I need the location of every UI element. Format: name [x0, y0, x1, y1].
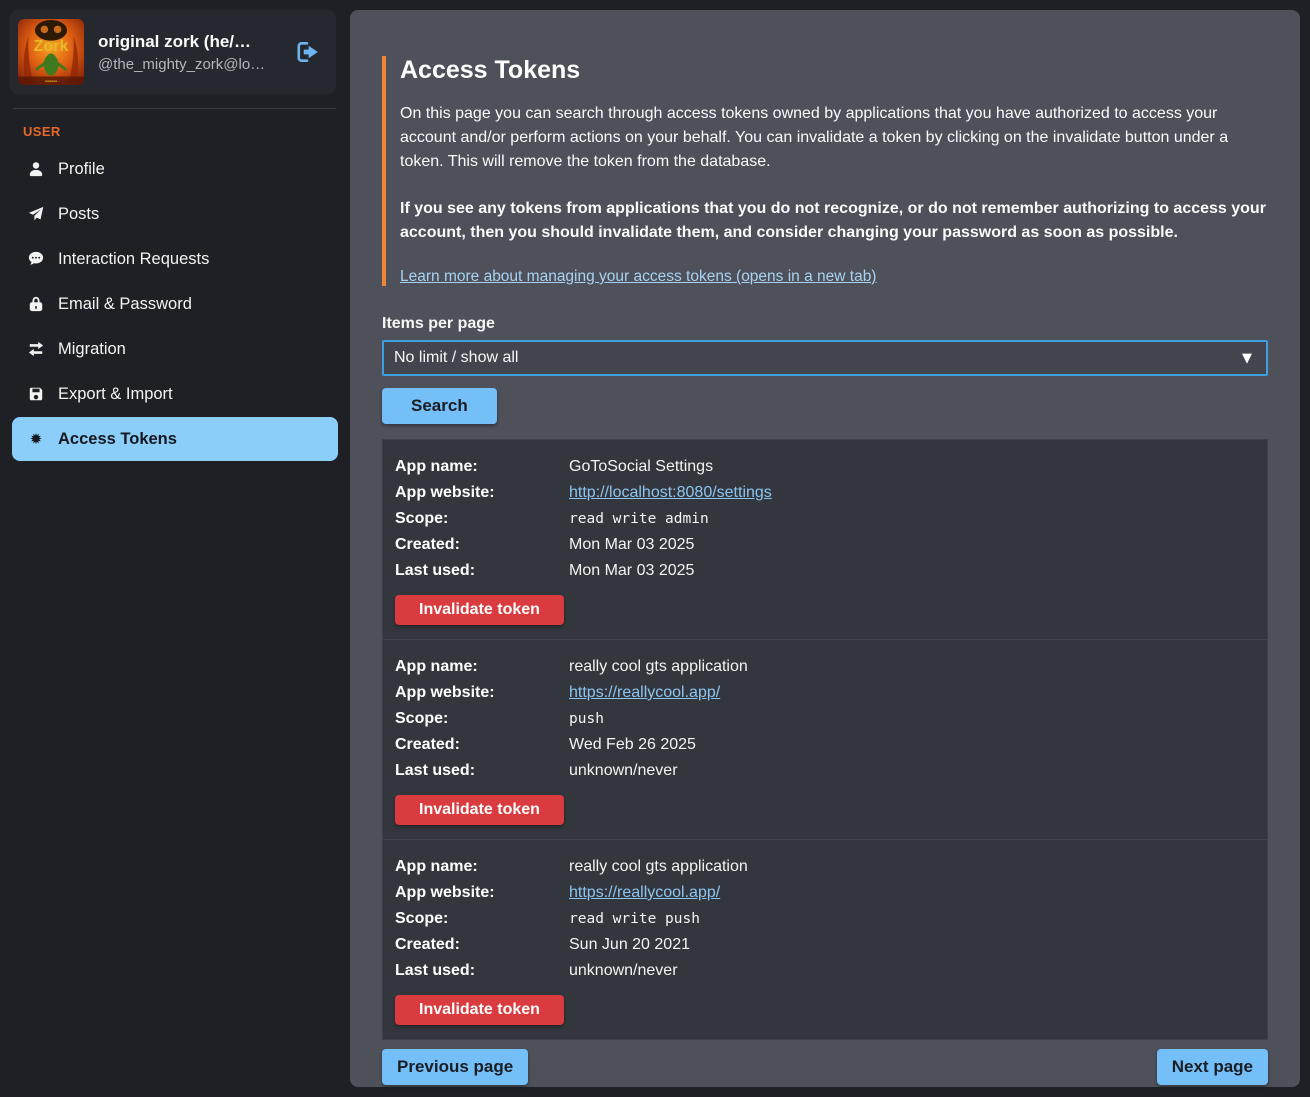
pagination: Previous page Next page [382, 1049, 1268, 1085]
sidebar-item-label: Access Tokens [58, 430, 177, 449]
app-website-label: App website: [395, 880, 569, 906]
sidebar: Zork ▪▪▪▪▪▪ original zork (he/… @the_mig… [0, 0, 350, 1097]
sign-out-icon [294, 39, 324, 65]
created-label: Created: [395, 932, 569, 958]
created-value: Mon Mar 03 2025 [569, 532, 694, 558]
user-card: Zork ▪▪▪▪▪▪ original zork (he/… @the_mig… [10, 10, 336, 94]
certificate-icon: ✹ [27, 430, 45, 448]
token-entry: App name:really cool gts application App… [383, 639, 1267, 839]
app-name-value: really cool gts application [569, 654, 748, 680]
items-per-page-value: No limit / show all [394, 349, 1242, 367]
invalidate-token-button[interactable]: Invalidate token [395, 595, 564, 625]
scope-value: read write push [569, 906, 700, 932]
lock-icon [27, 295, 45, 313]
created-label: Created: [395, 732, 569, 758]
sidebar-nav: Profile Posts Interaction Requests Email… [0, 147, 350, 461]
app-name-value: GoToSocial Settings [569, 454, 713, 480]
created-value: Wed Feb 26 2025 [569, 732, 696, 758]
last-used-value: unknown/never [569, 758, 678, 784]
sidebar-item-label: Interaction Requests [58, 250, 209, 269]
app-website-link[interactable]: https://reallycool.app/ [569, 680, 720, 706]
invalidate-token-button[interactable]: Invalidate token [395, 795, 564, 825]
token-entry: App name:really cool gts application App… [383, 839, 1267, 1039]
items-per-page-select[interactable]: No limit / show all ▼ [382, 340, 1268, 376]
sidebar-item-posts[interactable]: Posts [12, 192, 338, 236]
page-description: On this page you can search through acce… [400, 102, 1268, 174]
page-title: Access Tokens [400, 56, 1268, 85]
created-value: Sun Jun 20 2021 [569, 932, 690, 958]
learn-more-link[interactable]: Learn more about managing your access to… [400, 268, 876, 286]
page-warning: If you see any tokens from applications … [400, 197, 1268, 245]
app-name-label: App name: [395, 454, 569, 480]
token-entry: App name:GoToSocial Settings App website… [383, 440, 1267, 639]
user-icon [27, 160, 45, 178]
app-website-link[interactable]: https://reallycool.app/ [569, 880, 720, 906]
created-label: Created: [395, 532, 569, 558]
token-list: App name:GoToSocial Settings App website… [382, 439, 1268, 1040]
svg-text:▪▪▪▪▪▪: ▪▪▪▪▪▪ [45, 79, 57, 85]
user-names: original zork (he/… @the_mighty_zork@lo… [98, 32, 280, 73]
last-used-label: Last used: [395, 758, 569, 784]
user-handle: @the_mighty_zork@lo… [98, 56, 280, 73]
floppy-disk-icon [27, 385, 45, 403]
sidebar-item-interaction-requests[interactable]: Interaction Requests [12, 237, 338, 281]
scope-label: Scope: [395, 706, 569, 732]
user-display-name: original zork (he/… [98, 32, 280, 52]
sidebar-item-profile[interactable]: Profile [12, 147, 338, 191]
invalidate-token-button[interactable]: Invalidate token [395, 995, 564, 1025]
sidebar-item-label: Posts [58, 205, 99, 224]
sidebar-item-label: Migration [58, 340, 126, 359]
sidebar-item-migration[interactable]: Migration [12, 327, 338, 371]
sidebar-item-email-password[interactable]: Email & Password [12, 282, 338, 326]
logout-button[interactable] [294, 37, 324, 67]
sidebar-item-label: Email & Password [58, 295, 192, 314]
app-website-label: App website: [395, 680, 569, 706]
last-used-label: Last used: [395, 558, 569, 584]
next-page-button[interactable]: Next page [1157, 1049, 1268, 1085]
previous-page-button[interactable]: Previous page [382, 1049, 528, 1085]
search-button[interactable]: Search [382, 388, 497, 424]
scope-value: read write admin [569, 506, 709, 532]
app-name-label: App name: [395, 654, 569, 680]
last-used-value: unknown/never [569, 958, 678, 984]
scope-label: Scope: [395, 906, 569, 932]
chevron-down-icon: ▼ [1242, 351, 1252, 366]
sidebar-item-export-import[interactable]: Export & Import [12, 372, 338, 416]
scope-label: Scope: [395, 506, 569, 532]
app-name-label: App name: [395, 854, 569, 880]
sidebar-item-label: Export & Import [58, 385, 173, 404]
transfer-arrows-icon [27, 340, 45, 358]
sidebar-section-label: USER [23, 124, 350, 139]
sidebar-item-label: Profile [58, 160, 105, 179]
items-per-page-label: Items per page [382, 315, 1268, 333]
app-website-link[interactable]: http://localhost:8080/settings [569, 480, 772, 506]
sidebar-divider [13, 108, 336, 109]
app-website-label: App website: [395, 480, 569, 506]
page-header: Access Tokens On this page you can searc… [382, 56, 1268, 286]
scope-value: push [569, 706, 604, 732]
last-used-label: Last used: [395, 958, 569, 984]
app-name-value: really cool gts application [569, 854, 748, 880]
avatar[interactable]: Zork ▪▪▪▪▪▪ [18, 19, 84, 85]
paper-plane-icon [27, 205, 45, 223]
comment-dots-icon [27, 250, 45, 268]
sidebar-item-access-tokens[interactable]: ✹ Access Tokens [12, 417, 338, 461]
last-used-value: Mon Mar 03 2025 [569, 558, 694, 584]
main-panel: Access Tokens On this page you can searc… [350, 10, 1300, 1087]
avatar-zork-text: Zork [34, 37, 69, 55]
